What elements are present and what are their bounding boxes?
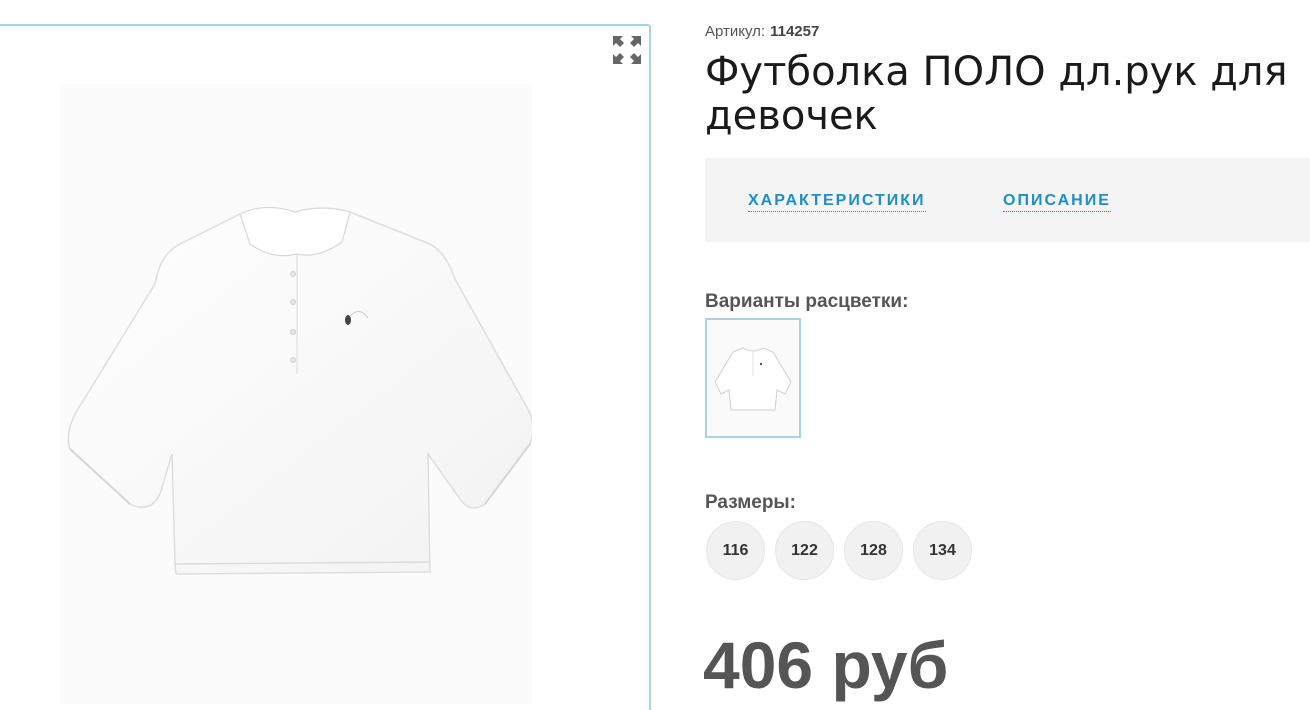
product-title-line-1: Футболка ПОЛО дл.рук для	[705, 49, 1288, 95]
tab-characteristics[interactable]: ХАРАКТЕРИСТИКИ	[748, 192, 926, 212]
color-variant-swatch[interactable]	[705, 318, 801, 438]
size-option-122[interactable]: 122	[775, 521, 834, 580]
tab-description[interactable]: ОПИСАНИЕ	[1003, 192, 1111, 212]
product-info: Артикул: 114257 Футболка ПОЛО дл.рук для …	[703, 0, 1310, 710]
sku: Артикул: 114257	[705, 23, 819, 40]
product-title-line-2: девочек	[705, 93, 878, 139]
size-options: 116 122 128 134	[706, 521, 972, 580]
size-option-128[interactable]: 128	[844, 521, 903, 580]
sku-label: Артикул:	[705, 23, 766, 40]
fullscreen-button[interactable]	[611, 34, 643, 66]
product-price: 406 руб	[703, 628, 949, 702]
product-page: Артикул: 114257 Футболка ПОЛО дл.рук для …	[0, 0, 1310, 710]
product-photo[interactable]	[60, 84, 532, 704]
size-option-134[interactable]: 134	[913, 521, 972, 580]
fullscreen-icon	[613, 36, 641, 64]
color-variant-thumbnail	[714, 347, 792, 411]
size-option-116[interactable]: 116	[706, 521, 765, 580]
polo-shirt-image	[67, 206, 532, 575]
product-tabs: ХАРАКТЕРИСТИКИ ОПИСАНИЕ	[705, 158, 1310, 242]
color-variants-label: Варианты расцветки:	[705, 291, 909, 312]
product-title: Футболка ПОЛО дл.рук для девочек	[705, 50, 1310, 138]
sku-value: 114257	[770, 23, 820, 40]
sizes-label: Размеры:	[705, 492, 796, 513]
product-gallery	[0, 24, 651, 710]
